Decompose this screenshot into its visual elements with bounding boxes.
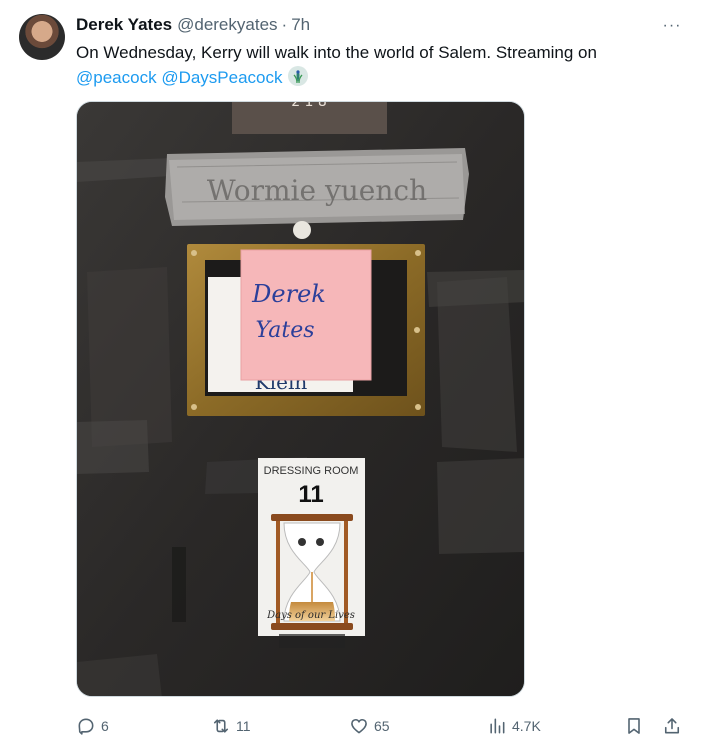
tweet-photo[interactable]: 2 1 8 Wormie yuench Klein Derek Yates DR…	[76, 101, 525, 697]
reply-count: 6	[101, 718, 109, 734]
tweet-text-body: On Wednesday, Kerry will walk into the w…	[76, 43, 597, 62]
tweet-header: Derek Yates @derekyates · 7h	[76, 14, 310, 36]
author-handle[interactable]: @derekyates	[177, 15, 277, 35]
share-button[interactable]	[662, 710, 682, 742]
sign-footer: Days of our Lives	[266, 610, 355, 621]
retweet-count: 11	[236, 718, 251, 734]
reply-button[interactable]: 6	[76, 710, 109, 742]
retweet-icon	[213, 719, 229, 733]
share-icon	[664, 718, 680, 734]
bookmark-icon	[628, 718, 640, 734]
like-count: 65	[374, 718, 390, 734]
tweet-text: On Wednesday, Kerry will walk into the w…	[76, 40, 676, 90]
author-name[interactable]: Derek Yates	[76, 15, 172, 35]
retweet-button[interactable]: 11	[211, 710, 251, 742]
like-button[interactable]: 65	[349, 710, 390, 742]
sign-title: DRESSING ROOM	[264, 465, 359, 477]
header-separator: ·	[281, 15, 288, 34]
views-button[interactable]: 4.7K	[487, 710, 541, 742]
bookmark-button[interactable]	[624, 710, 644, 742]
mention-dayspeacock[interactable]: @DaysPeacock	[161, 68, 282, 87]
old-sign-text: 2 1 8	[291, 102, 327, 110]
sticky-note-line2: Yates	[255, 318, 314, 343]
sticky-note-line1: Derek	[251, 280, 326, 308]
views-icon	[490, 718, 505, 734]
mention-peacock[interactable]: @peacock	[76, 68, 157, 87]
author-avatar[interactable]	[19, 14, 65, 60]
tape-marker-text: Wormie yuench	[207, 174, 427, 207]
tweet-timestamp[interactable]: 7h	[291, 15, 310, 35]
photo-door-illustration: 2 1 8 Wormie yuench Klein Derek Yates DR…	[77, 102, 524, 696]
sign-number: 11	[298, 481, 323, 508]
heart-icon	[351, 718, 367, 734]
tweet-action-bar: 6 11 65 4.7K	[76, 710, 688, 742]
peacock-icon	[287, 66, 308, 86]
reply-icon	[78, 718, 94, 735]
more-options-button[interactable]: ···	[659, 16, 685, 36]
views-count: 4.7K	[512, 718, 541, 734]
